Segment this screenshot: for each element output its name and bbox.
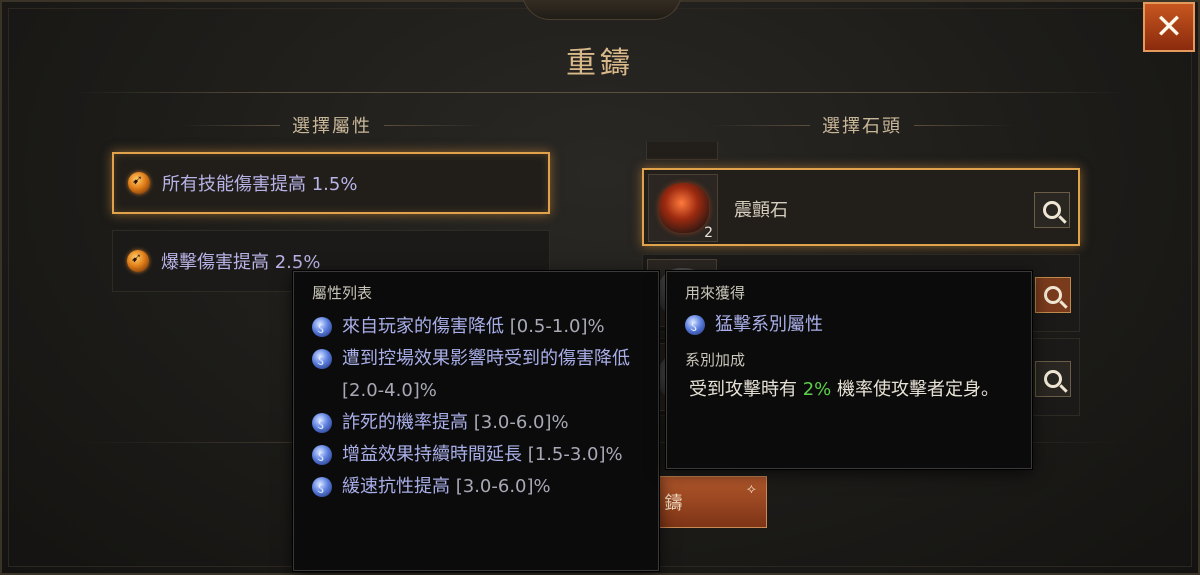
attribute-option-1[interactable]: 所有技能傷害提高 1.5% [112,152,550,214]
attribute-text: 來自玩家的傷害降低 [342,316,504,337]
close-button[interactable]: ✕ [1143,2,1195,52]
inspect-stone-button[interactable] [1035,277,1071,313]
dialog-title: 重鑄 [566,46,634,81]
blue-rune-icon [685,311,705,343]
flame-orb-icon [128,172,150,194]
bonus-heading: 系別加成 [685,351,746,369]
close-icon: ✕ [1154,7,1184,47]
bonus-prefix: 受到攻擊時有 [689,379,797,400]
attribute-option-label: 所有技能傷害提高 1.5% [162,174,358,195]
magnifier-icon [1044,370,1062,388]
attribute-range: [3.0-6.0]% [455,476,551,497]
tremor-stone-icon [659,183,709,233]
stone-info-tooltip: 用來獲得 猛擊系別屬性 系別加成 受到攻擊時有 2% 機率使攻擊者定身。 [666,271,1032,469]
bonus-value: 2% [802,379,832,400]
stone-list-top-stub [646,142,718,160]
attribute-range: [0.5-1.0]% [509,316,605,337]
blue-rune-icon [312,441,332,473]
attribute-text: 遭到控場效果影響時受到的傷害降低 [342,348,630,369]
top-ornament [522,0,682,20]
corner-ornament-icon: ⟡ [746,481,760,497]
stone-slot: 2 [648,174,718,242]
attribute-list: 來自玩家的傷害降低 [0.5-1.0]% 遭到控場效果影響時受到的傷害降低 [2… [312,311,642,505]
divider [180,124,280,126]
obtain-item: 猛擊系別屬性 [685,309,1015,343]
attribute-list-item: 遭到控場效果影響時受到的傷害降低 [2.0-4.0]% [312,343,642,407]
flame-orb-icon [127,250,149,272]
divider [710,124,810,126]
stone-name: 震顫石 [734,200,788,221]
attribute-range: [2.0-4.0]% [342,380,437,401]
attribute-list-tooltip: 屬性列表 來自玩家的傷害降低 [0.5-1.0]% 遭到控場效果影響時受到的傷害… [293,271,659,571]
attribute-list-item: 來自玩家的傷害降低 [0.5-1.0]% [312,311,642,345]
attribute-list-item: 詐死的機率提高 [3.0-6.0]% [312,407,642,441]
attribute-list-item: 增益效果持續時間延長 [1.5-3.0]% [312,439,642,473]
blue-rune-icon [312,473,332,505]
obtain-item-text: 猛擊系別屬性 [715,314,823,335]
title-divider [72,92,1128,93]
inspect-stone-button[interactable] [1035,361,1071,397]
attribute-range: [3.0-6.0]% [473,412,569,433]
blue-rune-icon [312,409,332,441]
tooltip-heading: 屬性列表 [312,284,373,302]
attribute-range: [1.5-3.0]% [527,444,623,465]
blue-rune-icon [312,313,332,345]
attributes-heading-group: 選擇屬性 [180,112,484,138]
attribute-text: 增益效果持續時間延長 [342,444,522,465]
stones-heading-group: 選擇石頭 [710,112,1014,138]
attributes-heading: 選擇屬性 [292,116,372,137]
obtain-heading: 用來獲得 [685,284,746,302]
stone-count: 2 [704,225,713,241]
inspect-stone-button[interactable] [1034,192,1070,228]
stones-heading: 選擇石頭 [822,116,902,137]
attribute-text: 緩速抗性提高 [342,476,450,497]
divider [384,124,484,126]
divider [914,124,1014,126]
bonus-suffix: 機率使攻擊者定身。 [837,379,1000,400]
attribute-list-item: 緩速抗性提高 [3.0-6.0]% [312,471,642,505]
bonus-description: 受到攻擊時有 2% 機率使攻擊者定身。 [685,374,1005,406]
magnifier-icon [1043,201,1061,219]
blue-rune-icon [312,345,332,377]
magnifier-icon [1044,286,1062,304]
stone-option-1[interactable]: 2 震顫石 [642,168,1080,246]
attribute-text: 詐死的機率提高 [342,412,468,433]
